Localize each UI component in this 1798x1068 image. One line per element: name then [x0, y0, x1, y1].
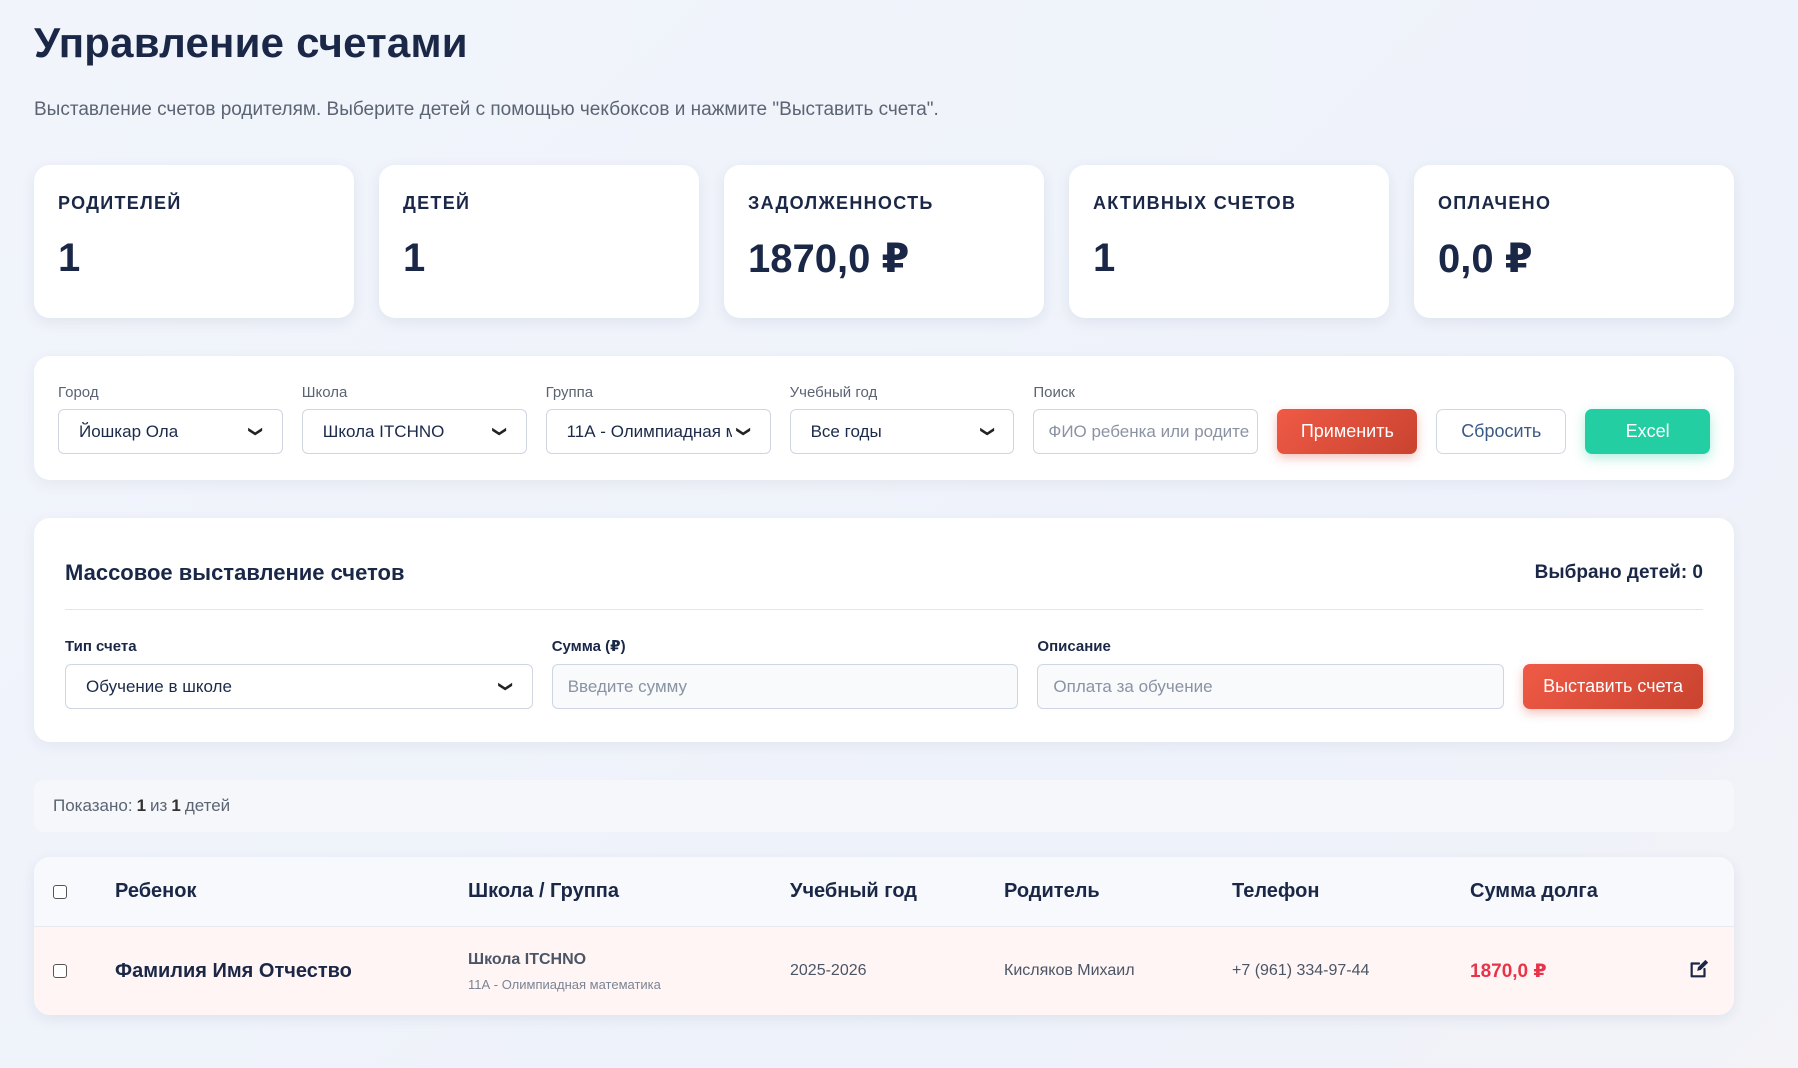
- stat-label: Родителей: [58, 193, 182, 213]
- year-filter: Учебный год Все годы ❯: [789, 384, 1015, 454]
- page: Управление счетами Выставление счетов ро…: [34, 0, 1734, 1015]
- chevron-down-icon: ❯: [498, 680, 515, 693]
- edit-button[interactable]: [1688, 958, 1710, 985]
- stat-label: Оплачено: [1438, 193, 1552, 213]
- group-name: 11А - Олимпиадная математика: [468, 976, 661, 992]
- reset-button[interactable]: Сбросить: [1436, 409, 1567, 454]
- school-select[interactable]: Школа ITCHNO ❯: [301, 409, 527, 454]
- search-input[interactable]: ФИО ребенка или родите: [1033, 409, 1259, 454]
- stat-value: 1: [58, 236, 81, 280]
- stat-label: Задолженность: [748, 193, 934, 213]
- stat-value: 1: [403, 236, 426, 280]
- parent-cell: Кисляков Михаил: [1004, 962, 1135, 979]
- school-select-value: Школа ITCHNO: [322, 421, 445, 441]
- bulk-invoice-panel: Массовое выставление счетов Выбрано дете…: [34, 518, 1734, 742]
- amount-label: Сумма (₽): [551, 638, 626, 655]
- children-table: Ребенок Школа / Группа Учебный год Родит…: [34, 857, 1734, 1015]
- edit-icon: [1690, 959, 1709, 977]
- info-total: 1: [171, 796, 181, 815]
- stat-card-debt: Задолженность 1870,0 ₽: [724, 165, 1044, 318]
- invoice-type-field: Тип счета Обучение в школе ❯: [65, 638, 533, 709]
- city-select-value: Йошкар Ола: [79, 421, 179, 441]
- school-label: Школа: [301, 384, 348, 401]
- page-subtitle: Выставление счетов родителям. Выберите д…: [34, 99, 939, 120]
- column-header-debt[interactable]: Сумма долга: [1470, 880, 1598, 903]
- child-name[interactable]: Фамилия Имя Отчество: [115, 960, 352, 983]
- invoice-type-label: Тип счета: [65, 638, 137, 655]
- stat-card-active-invoices: Активных счетов 1: [1069, 165, 1389, 318]
- school-group-cell: Школа ITCHNO 11А - Олимпиадная математик…: [468, 951, 661, 992]
- year-select[interactable]: Все годы ❯: [789, 409, 1015, 454]
- search-label: Поиск: [1033, 384, 1075, 401]
- stats-panel: Родителей 1 Детей 1 Задолженность 1870,0…: [34, 165, 1734, 318]
- year-cell: 2025-2026: [790, 962, 867, 979]
- group-label: Группа: [545, 384, 594, 401]
- group-filter: Группа 11А - Олимпиадная мате ❯: [545, 384, 771, 454]
- info-suffix: детей: [184, 796, 231, 815]
- stat-value: 0,0 ₽: [1438, 237, 1533, 281]
- stat-card-paid: Оплачено 0,0 ₽: [1414, 165, 1734, 318]
- column-header-phone[interactable]: Телефон: [1232, 880, 1319, 903]
- row-checkbox[interactable]: [53, 964, 67, 978]
- results-info: Показано: 1 из 1 детей: [34, 780, 1734, 832]
- table-row[interactable]: Фамилия Имя Отчество Школа ITCHNO 11А - …: [34, 927, 1734, 1015]
- chevron-down-icon: ❯: [492, 425, 509, 438]
- stat-value: 1870,0 ₽: [748, 237, 910, 281]
- school-name: Школа ITCHNO: [468, 950, 587, 968]
- column-header-parent[interactable]: Родитель: [1004, 880, 1100, 903]
- column-header-school-group[interactable]: Школа / Группа: [468, 880, 619, 903]
- description-label: Описание: [1037, 638, 1111, 655]
- column-header-child[interactable]: Ребенок: [115, 880, 196, 903]
- year-label: Учебный год: [789, 384, 878, 401]
- group-select-value: 11А - Олимпиадная мате: [566, 421, 732, 441]
- info-middle: из: [150, 796, 168, 815]
- debt-cell: 1870,0 ₽: [1470, 960, 1547, 982]
- info-shown: 1: [136, 796, 147, 815]
- stat-label: Детей: [403, 193, 471, 213]
- phone-cell: +7 (961) 334-97-44: [1232, 962, 1370, 979]
- divider: [65, 609, 1703, 610]
- city-filter: Город Йошкар Ола ❯: [58, 384, 283, 454]
- select-all-checkbox[interactable]: [53, 884, 67, 899]
- stat-label: Активных счетов: [1093, 193, 1297, 213]
- invoice-type-value: Обучение в школе: [86, 676, 232, 696]
- table-header: Ребенок Школа / Группа Учебный год Родит…: [34, 857, 1734, 927]
- invoice-type-select[interactable]: Обучение в школе ❯: [65, 664, 533, 709]
- page-title: Управление счетами: [34, 19, 468, 66]
- stat-card-children: Детей 1: [379, 165, 699, 318]
- school-filter: Школа Школа ITCHNO ❯: [301, 384, 527, 454]
- issue-invoices-button[interactable]: Выставить счета: [1523, 664, 1703, 709]
- city-label: Город: [58, 384, 99, 401]
- amount-input[interactable]: Введите сумму: [551, 664, 1019, 709]
- chevron-down-icon: ❯: [736, 425, 753, 438]
- filters-panel: Город Йошкар Ола ❯ Школа Школа ITCHNO ❯ …: [34, 356, 1734, 480]
- stat-card-parents: Родителей 1: [34, 165, 354, 318]
- excel-export-button[interactable]: Excel: [1585, 409, 1711, 454]
- amount-field: Сумма (₽) Введите сумму: [551, 637, 1019, 709]
- search-filter: Поиск ФИО ребенка или родите: [1033, 384, 1259, 454]
- stat-value: 1: [1093, 236, 1116, 280]
- bulk-title: Массовое выставление счетов: [65, 560, 405, 585]
- group-select[interactable]: 11А - Олимпиадная мате ❯: [545, 409, 771, 454]
- apply-button[interactable]: Применить: [1277, 409, 1418, 454]
- description-field: Описание Оплата за обучение: [1037, 638, 1505, 709]
- selected-count: Выбрано детей: 0: [1534, 562, 1703, 583]
- city-select[interactable]: Йошкар Ола ❯: [58, 409, 283, 454]
- column-header-year[interactable]: Учебный год: [790, 880, 917, 903]
- year-select-value: Все годы: [810, 421, 882, 441]
- info-prefix: Показано:: [53, 796, 133, 815]
- chevron-down-icon: ❯: [980, 425, 997, 438]
- description-input[interactable]: Оплата за обучение: [1037, 664, 1505, 709]
- chevron-down-icon: ❯: [248, 425, 265, 438]
